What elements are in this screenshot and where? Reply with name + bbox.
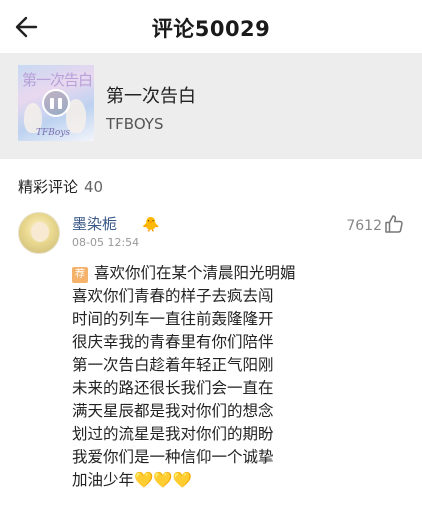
comment-line: 第一次告白趁着年轻正气阳刚 [72,356,274,374]
top-bar: 评论50029 [0,0,422,53]
comment-line: 满天星辰都是我对你们的想念 [72,402,274,420]
pause-button[interactable] [42,89,70,117]
comment-line: 很庆幸我的青春里有你们陪伴 [72,333,274,351]
comment-line: 划过的流星是我对你们的期盼 [72,425,274,443]
avatar-face [31,222,49,242]
cover-brand: TFBoys [36,128,70,138]
comment-line: 喜欢你们青春的样子去疯去闯 [72,287,274,305]
like-count: 7612 [346,218,382,234]
thumbs-up-icon [385,215,403,233]
comment-line: 我爱你们是一种信仰一个诚挚 [72,448,274,466]
cover-title: 第一次告白 [22,71,93,89]
section-label: 精彩评论 [18,178,79,196]
comment-body: 荐喜欢你们在某个清晨阳光明媚 喜欢你们青春的样子去疯去闯 时间的列车一直往前轰隆… [72,262,402,492]
section-count: 40 [84,178,104,196]
comment-time: 08-05 12:54 [72,236,140,249]
song-artist[interactable]: TFBOYS [106,115,164,133]
comment-line: 荐喜欢你们在某个清晨阳光明媚 [72,262,402,285]
album-cover[interactable]: 第一次告白 TFBoys [18,65,94,141]
avatar[interactable] [18,212,60,254]
comment-line: 未来的路还很长我们会一直在 [72,379,274,397]
pause-icon [50,97,54,109]
comment-line: 时间的列车一直往前轰隆隆开 [72,310,274,328]
comment-line: 加油少年💛💛💛 [72,471,192,489]
pause-icon [58,97,62,109]
song-card[interactable]: 第一次告白 TFBoys 第一次告白 TFBOYS [0,53,422,159]
user-badge-icon: 🐥 [142,217,160,233]
recommend-tag-icon: 荐 [72,267,88,283]
like-button[interactable] [384,214,404,234]
page-title: 评论50029 [151,17,271,41]
section-header: 精彩评论 40 [18,176,103,197]
username[interactable]: 墨染栀 [72,213,117,234]
song-title[interactable]: 第一次告白 [106,82,196,108]
